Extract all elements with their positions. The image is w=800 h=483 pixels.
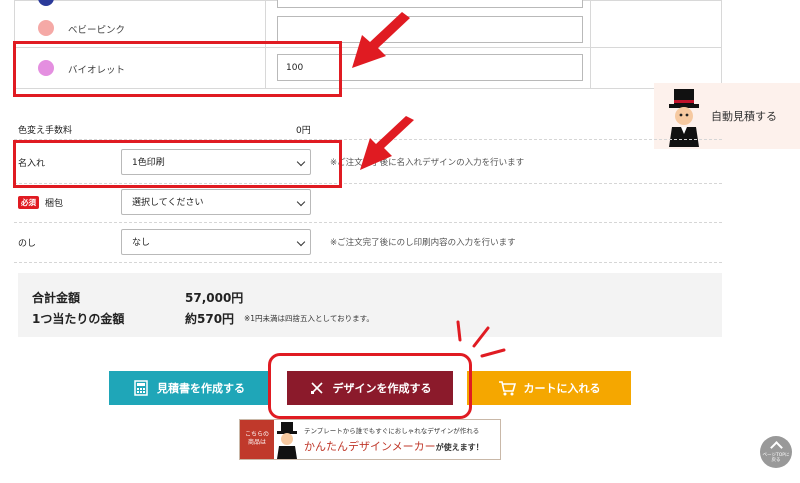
highlight-box: [13, 140, 342, 188]
table-border: [590, 0, 591, 88]
arrow-icon: [360, 116, 414, 170]
unit-value: 約570円: [185, 312, 235, 326]
highlight-box: [268, 353, 472, 419]
packing-select[interactable]: 選択してください: [121, 189, 311, 215]
emphasis-lines-icon: [456, 320, 506, 358]
fee-value: 0円: [296, 126, 311, 136]
noshi-select-value: なし: [132, 238, 151, 248]
add-to-cart-label: カートに入れる: [523, 382, 601, 395]
mascot-icon: [277, 422, 297, 459]
row-divider: [14, 222, 722, 223]
page-top-label: ページTOPに 戻る: [762, 453, 790, 463]
unit-label: 1つ当たりの金額: [32, 312, 125, 326]
color-swatch: [38, 20, 54, 36]
calculator-icon: [134, 380, 148, 396]
noshi-note: ※ご注文完了後にのし印刷内容の入力を行います: [330, 238, 516, 248]
unit-note: ※1円未満は四捨五入としております。: [244, 314, 374, 323]
packing-label: 梱包: [45, 199, 64, 209]
color-swatch: [38, 0, 54, 6]
create-estimate-label: 見積書を作成する: [157, 382, 245, 395]
page-top-button[interactable]: ページTOPに 戻る: [760, 436, 792, 468]
auto-estimate-label: 自動見積する: [711, 110, 777, 123]
highlight-box: [13, 41, 342, 97]
total-label: 合計金額: [32, 291, 81, 305]
create-estimate-button[interactable]: 見積書を作成する: [109, 371, 269, 405]
price-summary: 合計金額 57,000円 1つ当たりの金額 約570円 ※1円未満は四捨五入とし…: [18, 273, 722, 337]
noshi-label: のし: [18, 239, 37, 249]
packing-select-value: 選択してください: [132, 198, 204, 208]
banner-line1: テンプレートから誰でもすぐにおしゃれなデザインが作れる: [304, 427, 480, 435]
arrow-icon: [352, 12, 410, 68]
required-badge: 必須: [18, 196, 39, 209]
fee-label: 色変え手数料: [18, 126, 73, 136]
color-name: ベビーピンク: [68, 25, 126, 36]
cart-icon: [498, 381, 516, 396]
table-border: [721, 0, 722, 88]
row-divider: [14, 262, 722, 263]
chevron-down-icon: [296, 197, 306, 207]
banner-suffix: が使えます！: [435, 443, 484, 452]
banner-brand: かんたんデザインメーカー: [304, 440, 436, 453]
total-value: 57,000円: [185, 291, 244, 305]
design-maker-banner[interactable]: こちらの 商品は テンプレートから誰でもすぐにおしゃれなデザインが作れる かんた…: [239, 419, 501, 460]
quantity-input[interactable]: [277, 0, 583, 8]
quantity-input[interactable]: [277, 16, 583, 43]
banner-line2: かんたんデザインメーカーが使えます！: [304, 438, 484, 454]
add-to-cart-button[interactable]: カートに入れる: [467, 371, 631, 405]
chevron-down-icon: [296, 237, 306, 247]
chevron-up-icon: [770, 441, 783, 454]
banner-badge: こちらの 商品は: [240, 420, 274, 459]
noshi-select[interactable]: なし: [121, 229, 311, 255]
